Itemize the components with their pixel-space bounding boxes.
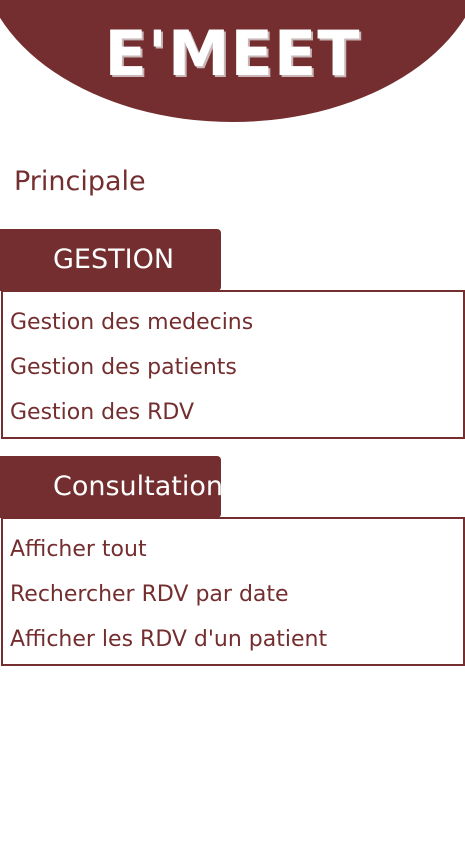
section-tab-gestion: GESTION	[0, 229, 221, 291]
section-box-consultation: Afficher tout Rechercher RDV par date Af…	[1, 517, 465, 666]
page-title: Principale	[14, 166, 146, 197]
link-afficher-tout[interactable]: Afficher tout	[10, 535, 147, 565]
link-rechercher-rdv-date[interactable]: Rechercher RDV par date	[10, 580, 289, 610]
link-gestion-medecins[interactable]: Gestion des medecins	[10, 308, 253, 338]
section-tab-consultation: Consultation	[0, 456, 221, 518]
section-box-gestion: Gestion des medecins Gestion des patient…	[1, 290, 465, 439]
link-afficher-rdv-patient[interactable]: Afficher les RDV d'un patient	[10, 625, 327, 655]
app-logo: E'MEET	[104, 17, 361, 90]
link-gestion-rdv[interactable]: Gestion des RDV	[10, 398, 194, 428]
link-gestion-patients[interactable]: Gestion des patients	[10, 353, 237, 383]
